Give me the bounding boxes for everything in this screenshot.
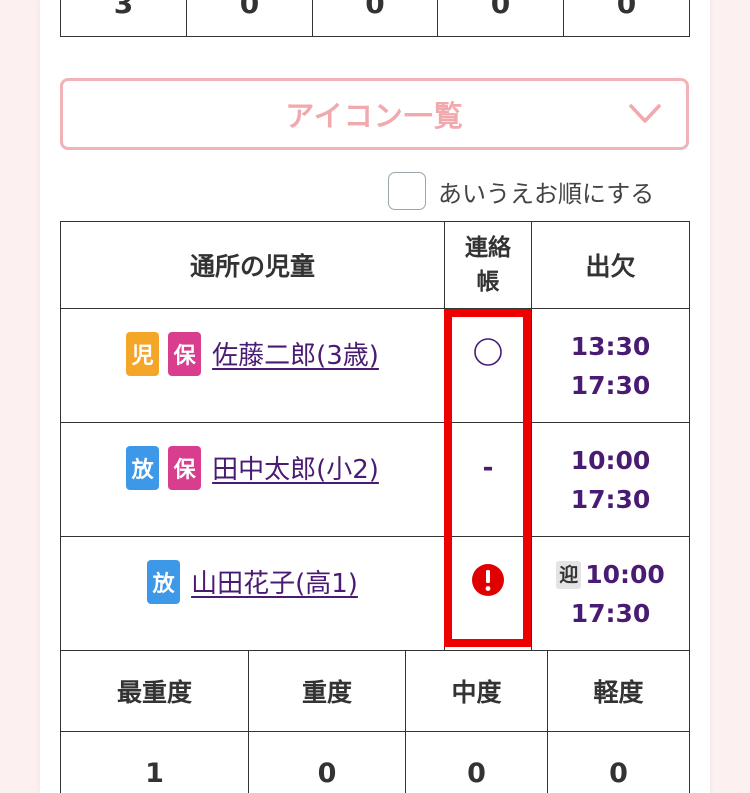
severity-value: 0 <box>547 731 690 793</box>
time-in: 10:00 <box>585 559 665 589</box>
severity-value: 1 <box>60 731 249 793</box>
pickup-badge: 迎 <box>556 560 582 589</box>
time-out: 17:30 <box>570 484 651 514</box>
severity-value: 0 <box>405 731 548 793</box>
time-out: 17:30 <box>570 598 651 628</box>
sort-option[interactable]: あいうえお順にする <box>388 170 654 212</box>
time-in: 10:00 <box>570 445 651 475</box>
badge-ho: 保 <box>168 445 202 490</box>
child-name-link[interactable]: 佐藤二郎(3歳) <box>212 335 379 372</box>
header-attendance: 出欠 <box>531 221 690 309</box>
count-cell: 0 <box>437 0 564 37</box>
table-row: 放 山田花子(高1) 迎 10:00 17:30 <box>60 536 690 651</box>
severity-header: 重度 <box>248 650 406 732</box>
icon-list-dropdown[interactable]: アイコン一覧 <box>60 78 689 150</box>
attendance-cell: 10:00 17:30 <box>531 422 690 537</box>
contact-cell[interactable] <box>444 536 532 651</box>
count-cell: 0 <box>563 0 690 37</box>
severity-header: 軽度 <box>547 650 690 732</box>
badge-hou: 放 <box>126 445 160 490</box>
icon-list-label: アイコン一覧 <box>285 99 464 133</box>
exclamation-icon <box>472 563 504 596</box>
attendance-cell: 13:30 17:30 <box>531 308 690 423</box>
badge-ho: 保 <box>168 331 202 376</box>
child-cell: 児 保 佐藤二郎(3歳) <box>60 308 445 423</box>
sort-checkbox[interactable] <box>388 172 426 210</box>
contact-dash: - <box>482 452 494 483</box>
child-cell: 放 保 田中太郎(小2) <box>60 422 445 537</box>
time-out: 17:30 <box>570 370 651 400</box>
chevron-down-icon <box>629 104 661 123</box>
time-in: 13:30 <box>570 331 651 361</box>
top-counts-table: 3 0 0 0 0 <box>60 0 690 37</box>
badge-ji: 児 <box>126 331 160 376</box>
badge-hou: 放 <box>147 559 181 604</box>
children-table: 通所の児童 連絡 帳 出欠 児 保 佐藤二郎(3歳) 13:30 17:30 放… <box>60 221 690 651</box>
header-children: 通所の児童 <box>60 221 445 309</box>
header-contact-line1: 連絡 <box>465 235 511 261</box>
attendance-cell: 迎 10:00 17:30 <box>531 536 690 651</box>
child-name-link[interactable]: 山田花子(高1) <box>191 563 358 600</box>
severity-header: 最重度 <box>60 650 249 732</box>
header-contact-book: 連絡 帳 <box>444 221 532 309</box>
count-cell: 3 <box>60 0 187 37</box>
count-cell: 0 <box>312 0 438 37</box>
child-cell: 放 山田花子(高1) <box>60 536 445 651</box>
child-name-link[interactable]: 田中太郎(小2) <box>212 449 379 486</box>
severity-table: 最重度 重度 中度 軽度 1 0 0 0 <box>60 650 690 793</box>
table-row: 放 保 田中太郎(小2) - 10:00 17:30 <box>60 422 690 537</box>
header-contact-line2: 帳 <box>476 269 500 295</box>
count-cell: 0 <box>186 0 313 37</box>
contact-cell[interactable] <box>444 308 532 423</box>
page-content: 3 0 0 0 0 アイコン一覧 あいうえお順にする 通所の児童 連絡 帳 出欠 <box>40 0 710 793</box>
severity-value: 0 <box>248 731 406 793</box>
circle-icon <box>474 337 502 366</box>
contact-cell[interactable]: - <box>444 422 532 537</box>
severity-header: 中度 <box>405 650 548 732</box>
sort-label: あいうえお順にする <box>438 179 655 208</box>
table-row: 児 保 佐藤二郎(3歳) 13:30 17:30 <box>60 308 690 423</box>
